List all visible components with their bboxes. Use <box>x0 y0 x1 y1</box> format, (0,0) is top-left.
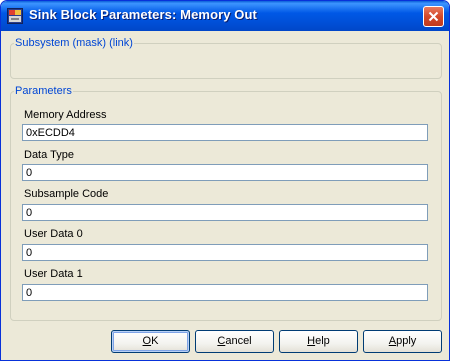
mask-group-legend: Subsystem (mask) (link) <box>15 37 133 49</box>
parameters-group-legend: Parameters <box>15 85 72 97</box>
window-title: Sink Block Parameters: Memory Out <box>29 7 257 22</box>
user-data-1-label: User Data 1 <box>24 268 83 280</box>
close-button[interactable] <box>423 6 444 27</box>
cancel-button-label: ancel <box>225 335 252 347</box>
memory-address-label: Memory Address <box>24 109 107 121</box>
mask-description-group: Subsystem (mask) (link) <box>10 37 442 79</box>
user-data-1-input[interactable] <box>22 284 428 301</box>
apply-button-label: pply <box>396 335 417 347</box>
subsample-code-input[interactable] <box>22 204 428 221</box>
simulink-block-icon <box>7 8 23 24</box>
apply-button[interactable]: Apply <box>363 330 442 353</box>
help-button[interactable]: Help <box>279 330 358 353</box>
ok-button-mnemonic: O <box>142 335 152 347</box>
close-icon <box>428 11 439 22</box>
help-button-label: elp <box>315 335 330 347</box>
apply-button-mnemonic: A <box>388 335 397 347</box>
block-parameters-dialog: Sink Block Parameters: Memory Out Subsys… <box>0 0 450 361</box>
user-data-0-label: User Data 0 <box>24 228 83 240</box>
help-button-mnemonic: H <box>307 335 316 347</box>
memory-address-input[interactable] <box>22 124 428 141</box>
data-type-input[interactable] <box>22 164 428 181</box>
ok-button[interactable]: OK <box>111 330 190 353</box>
user-data-0-input[interactable] <box>22 244 428 261</box>
ok-button-label: K <box>151 335 159 347</box>
data-type-label: Data Type <box>24 149 74 161</box>
title-bar[interactable]: Sink Block Parameters: Memory Out <box>1 1 449 31</box>
subsample-code-label: Subsample Code <box>24 188 109 200</box>
cancel-button[interactable]: Cancel <box>195 330 274 353</box>
